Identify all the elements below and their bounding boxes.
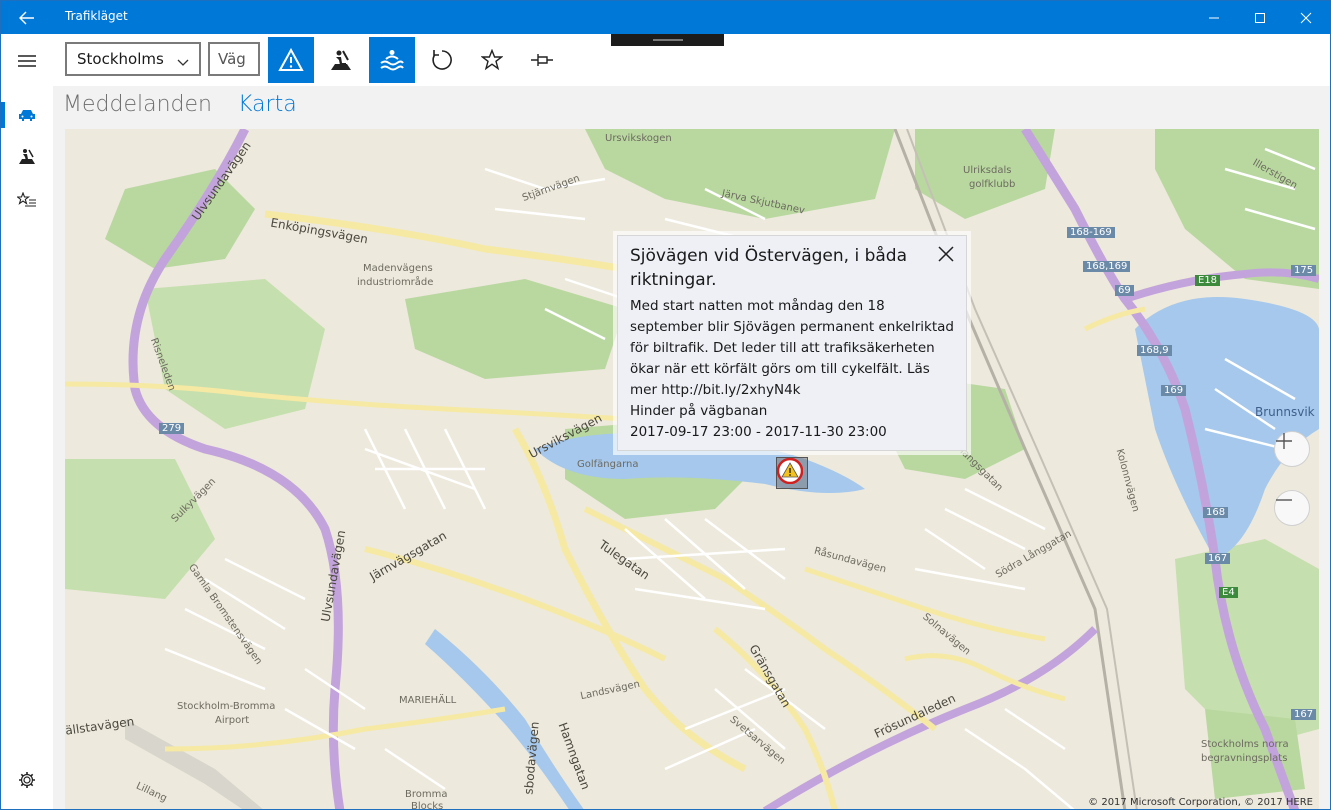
map-label: golfklubb [969, 179, 1016, 190]
road-shield: 169 [1161, 385, 1187, 396]
star-icon [481, 49, 503, 71]
close-icon [938, 246, 954, 262]
pin-icon [531, 54, 553, 66]
nav-favorites-button[interactable] [1, 179, 53, 221]
road-condition-icon [380, 50, 404, 71]
region-select[interactable]: Stockholms [65, 42, 201, 76]
back-arrow-icon [19, 11, 34, 24]
warning-icon [278, 48, 304, 71]
refresh-icon [432, 50, 452, 70]
road-shield: E18 [1195, 275, 1221, 286]
star-list-icon [17, 192, 36, 207]
tab-messages[interactable]: Meddelanden [63, 92, 212, 117]
app-window: Trafikläget Stockholms Väg Meddelanden K… [0, 0, 1331, 810]
map-label: Bromma [405, 789, 448, 800]
map-label: Airport [215, 715, 250, 726]
road-shield: E4 [1219, 587, 1238, 598]
map-label: begravningsplats [1201, 753, 1288, 764]
incident-marker[interactable] [776, 457, 808, 489]
favorite-button[interactable] [469, 37, 515, 83]
zoom-out-button[interactable] [1274, 490, 1310, 526]
zoom-in-button[interactable] [1274, 431, 1310, 467]
road-shield: 168-169 [1067, 227, 1115, 238]
road-shield: 168 [1203, 507, 1229, 518]
toolbar: Stockholms Väg [53, 34, 1330, 86]
map-label: Stockholm-Bromma [177, 701, 276, 712]
main-content: Stockholms Väg Meddelanden Karta Ursviks… [53, 34, 1330, 810]
incident-description: Med start natten mot måndag den 18 septe… [630, 298, 954, 398]
minus-icon [1276, 499, 1292, 501]
gear-icon [19, 772, 35, 788]
close-icon [1300, 12, 1312, 23]
maximize-button[interactable] [1237, 1, 1283, 34]
incident-category: Hinder på vägbanan [630, 403, 768, 419]
car-icon [19, 110, 35, 121]
left-navigation [1, 34, 53, 809]
title-bar: Trafikläget [1, 1, 1330, 34]
nav-roadwork-button[interactable] [1, 136, 53, 178]
maximize-icon [1255, 12, 1265, 23]
settings-button[interactable] [1, 759, 53, 801]
filter-road-conditions-button[interactable] [369, 37, 415, 83]
map-label: Stockholms norra [1201, 739, 1289, 750]
warning-sign-icon [777, 458, 803, 484]
map-label: Brunnsvik [1255, 405, 1315, 419]
map-label: Golfängarna [577, 459, 639, 470]
map-label: MARIEHÄLL [399, 695, 457, 706]
minimize-button[interactable] [1191, 1, 1237, 34]
map-label: Blocks [411, 801, 444, 810]
roadwork-icon [19, 149, 35, 164]
popup-close-button[interactable] [938, 246, 958, 266]
road-shield: 168,169 [1083, 261, 1131, 272]
map-view[interactable]: Ursvikskogen Ulriksdals golfklubb Illers… [65, 129, 1319, 810]
road-shield: 69 [1115, 285, 1134, 296]
incident-title: Sjövägen vid Östervägen, i båda riktning… [630, 246, 908, 290]
road-search-input[interactable]: Väg [208, 42, 260, 76]
road-shield: 167 [1291, 709, 1317, 720]
back-button[interactable] [1, 1, 53, 34]
road-shield: 167 [1205, 553, 1231, 564]
region-select-value: Stockholms [77, 50, 164, 68]
close-window-button[interactable] [1283, 1, 1329, 34]
chevron-down-icon [177, 53, 189, 71]
roadwork-icon [331, 50, 351, 70]
road-shield: 279 [159, 423, 185, 434]
map-label: Madenvägens [363, 263, 433, 274]
app-title: Trafikläget [65, 9, 128, 23]
road-shield: 168,9 [1137, 345, 1172, 356]
drag-handle[interactable] [611, 34, 724, 46]
minimize-icon [1209, 17, 1219, 18]
map-label: industriområde [357, 277, 434, 288]
road-search-placeholder: Väg [218, 50, 246, 68]
filter-warnings-button[interactable] [268, 37, 314, 83]
incident-popup: Sjövägen vid Östervägen, i båda riktning… [617, 235, 967, 451]
map-label: Ursvikskogen [605, 133, 672, 144]
nav-traffic-button[interactable] [1, 94, 53, 136]
incident-details: Med start natten mot måndag den 18 septe… [630, 296, 954, 443]
filter-roadwork-button[interactable] [318, 37, 364, 83]
hamburger-icon [18, 55, 36, 67]
tab-map[interactable]: Karta [238, 92, 297, 117]
refresh-button[interactable] [419, 37, 465, 83]
hamburger-menu-button[interactable] [1, 40, 53, 82]
pin-to-start-button[interactable] [519, 37, 565, 83]
map-copyright: © 2017 Microsoft Corporation, © 2017 HER… [1088, 797, 1313, 808]
incident-period: 2017-09-17 23:00 - 2017-11-30 23:00 [630, 424, 887, 440]
plus-icon [1276, 433, 1292, 449]
map-label: Ulriksdals [963, 165, 1012, 176]
road-shield: 175 [1291, 265, 1317, 276]
